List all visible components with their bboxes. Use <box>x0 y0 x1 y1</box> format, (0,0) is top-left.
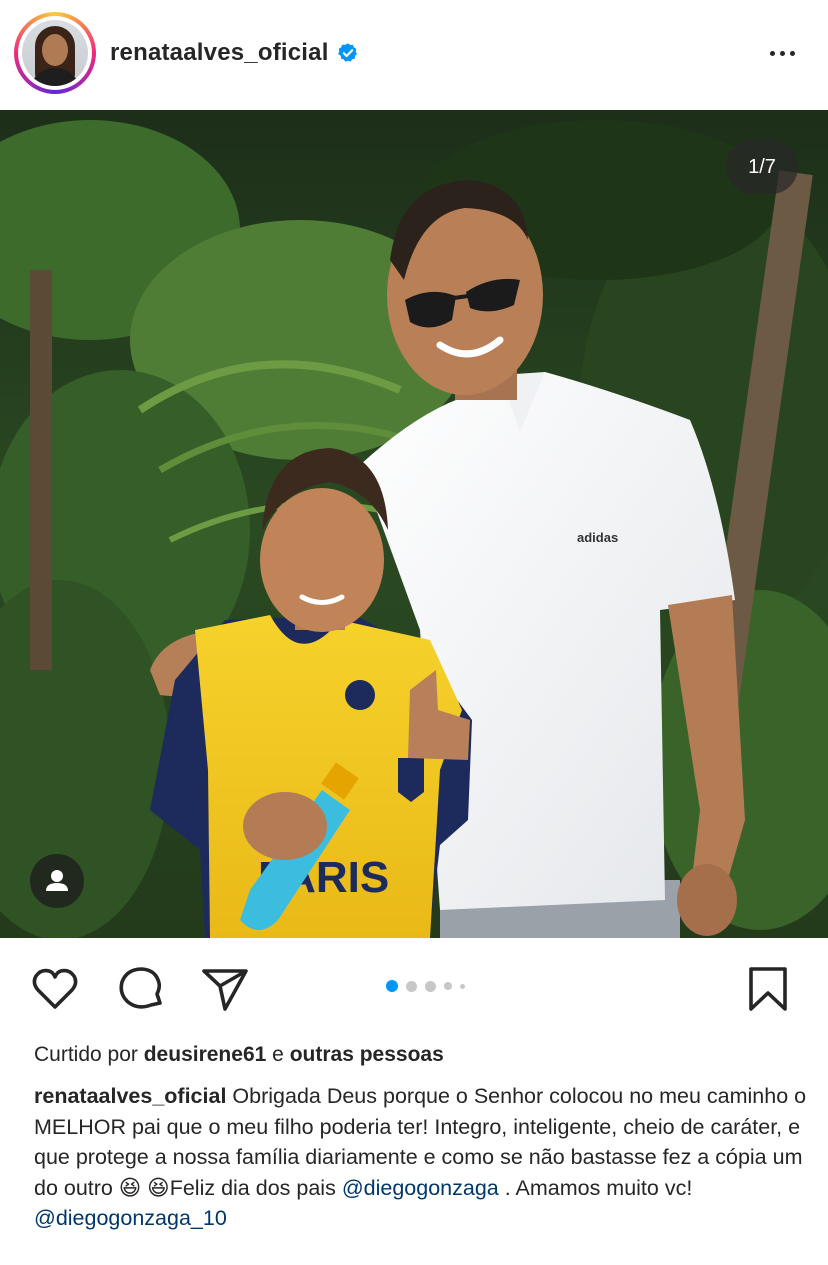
more-options-button[interactable] <box>760 38 804 68</box>
carousel-dot <box>460 983 465 989</box>
mention-link[interactable]: @diegogonzaga <box>342 1176 499 1200</box>
svg-text:adidas: adidas <box>577 530 618 545</box>
heart-icon <box>32 968 78 1009</box>
carousel-indicator <box>386 980 465 992</box>
caption-username[interactable]: renataalves_oficial <box>34 1084 226 1108</box>
bookmark-icon <box>749 967 787 1011</box>
caption-emoji: 😆 😆 <box>118 1175 170 1200</box>
caption-text: . Amamos muito vc! <box>504 1175 693 1200</box>
others-link[interactable]: outras pessoas <box>290 1043 444 1066</box>
action-bar <box>0 938 828 1038</box>
more-horizontal-icon <box>769 50 775 56</box>
like-button[interactable] <box>30 964 80 1014</box>
carousel-dot-active <box>386 980 398 992</box>
post-photo: adidas PARIS <box>0 110 828 938</box>
user-tag-icon <box>46 870 68 891</box>
post-image[interactable]: adidas PARIS 1/7 <box>0 110 828 938</box>
caption-text: Feliz dia dos pais <box>169 1175 336 1200</box>
avatar[interactable] <box>14 12 96 94</box>
carousel-dot <box>444 982 452 990</box>
comment-button[interactable] <box>116 964 166 1014</box>
send-icon <box>202 969 248 1011</box>
share-button[interactable] <box>200 964 250 1014</box>
mention-link[interactable]: @diegogonzaga_10 <box>34 1206 227 1230</box>
photo-counter: 1/7 <box>726 140 798 194</box>
carousel-dot <box>406 980 417 992</box>
post-caption: renataalves_oficial Obrigada Deus porque… <box>34 1081 814 1234</box>
comment-icon <box>119 967 162 1009</box>
carousel-dot <box>425 980 436 992</box>
username[interactable]: renataalves_oficial <box>110 39 329 67</box>
post-header: renataalves_oficial <box>0 0 828 108</box>
likes-summary[interactable]: Curtido por deusirene61 e outras pessoas <box>34 1040 814 1070</box>
liker-username[interactable]: deusirene61 <box>144 1043 267 1066</box>
profile-photo <box>22 20 88 86</box>
verified-badge-icon <box>337 43 357 62</box>
save-button[interactable] <box>744 964 794 1014</box>
user-tag-button[interactable] <box>30 854 84 908</box>
